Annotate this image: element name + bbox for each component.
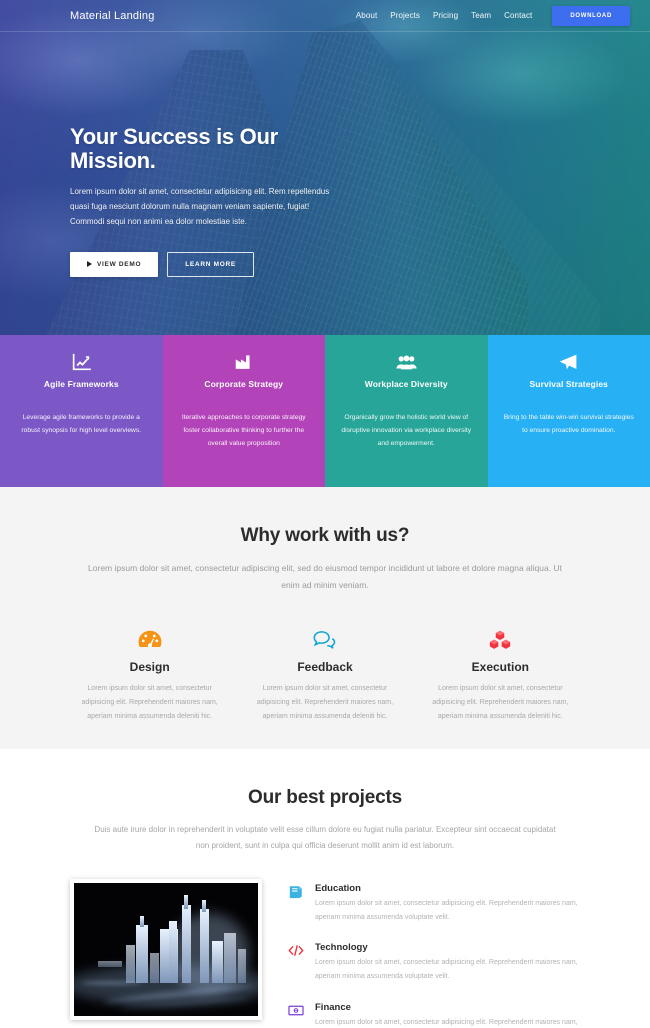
nav-link-team[interactable]: Team: [471, 11, 491, 20]
feature-title: Survival Strategies: [529, 379, 608, 389]
cubes-icon: [425, 627, 576, 653]
project-item-desc: Lorem ipsum dolor sit amet, consectetur …: [315, 1018, 578, 1026]
project-item-desc: Lorem ipsum dolor sit amet, consectetur …: [315, 959, 578, 981]
why-column-design: Design Lorem ipsum dolor sit amet, conse…: [62, 627, 237, 724]
book-icon: [288, 883, 306, 924]
hero-title: Your Success is Our Mission.: [70, 124, 278, 174]
feature-title: Workplace Diversity: [364, 379, 448, 389]
nav-link-pricing[interactable]: Pricing: [433, 11, 458, 20]
hero-buttons: VIEW DEMO LEARN MORE: [70, 251, 360, 277]
dashboard-gauge-icon: [74, 627, 225, 653]
feature-title: Agile Frameworks: [43, 379, 119, 389]
project-item-education[interactable]: Education Lorem ipsum dolor sit amet, co…: [288, 883, 580, 924]
top-navigation-bar: Material Landing About Projects Pricing …: [0, 0, 650, 32]
brand-logo[interactable]: Material Landing: [70, 10, 155, 22]
view-demo-button[interactable]: VIEW DEMO: [70, 251, 159, 277]
feature-title: Corporate Strategy: [204, 379, 284, 389]
chat-bubbles-icon: [249, 627, 400, 653]
feature-desc: Bring to the table win-win survival stra…: [503, 414, 634, 435]
learn-more-button[interactable]: LEARN MORE: [167, 251, 254, 277]
project-item-technology[interactable]: Technology Lorem ipsum dolor sit amet, c…: [288, 942, 580, 983]
line-chart-icon: [71, 351, 92, 373]
why-column-desc: Lorem ipsum dolor sit amet, consectetur …: [432, 685, 569, 721]
why-work-with-us-section: Why work with us? Lorem ipsum dolor sit …: [0, 487, 650, 749]
download-button[interactable]: DOWNLOAD: [552, 5, 630, 26]
why-column-desc: Lorem ipsum dolor sit amet, consectetur …: [81, 685, 218, 721]
why-column-execution: Execution Lorem ipsum dolor sit amet, co…: [413, 627, 588, 724]
why-column-title: Execution: [471, 660, 529, 675]
why-column-title: Design: [129, 660, 170, 675]
feature-card-workplace-diversity[interactable]: Workplace Diversity Organically grow the…: [325, 335, 488, 487]
why-column-title: Feedback: [297, 660, 353, 675]
projects-body: Education Lorem ipsum dolor sit amet, co…: [0, 853, 650, 1028]
project-item-title: Education: [315, 883, 361, 895]
feature-card-agile-frameworks[interactable]: Agile Frameworks Leverage agile framewor…: [0, 335, 163, 487]
feature-strip: Agile Frameworks Leverage agile framewor…: [0, 335, 650, 487]
projects-list: Education Lorem ipsum dolor sit amet, co…: [288, 879, 580, 1028]
why-section-title: Why work with us?: [240, 525, 410, 546]
feature-card-survival-strategies[interactable]: Survival Strategies Bring to the table w…: [487, 335, 650, 487]
projects-title: Our best projects: [248, 787, 402, 808]
hero-subtitle: Lorem ipsum dolor sit amet, consectetur …: [70, 187, 330, 226]
code-icon: [288, 942, 306, 983]
feature-desc: Leverage agile frameworks to provide a r…: [21, 414, 142, 435]
project-thumbnail-image[interactable]: [70, 879, 262, 1021]
why-column-feedback: Feedback Lorem ipsum dolor sit amet, con…: [237, 627, 412, 724]
project-item-title: Technology: [315, 942, 368, 954]
group-users-icon: [396, 351, 417, 373]
why-section-subtitle: Lorem ipsum dolor sit amet, consectetur …: [88, 563, 562, 590]
projects-subtitle: Duis aute irure dolor in reprehenderit i…: [94, 825, 556, 850]
feature-card-corporate-strategy[interactable]: Corporate Strategy Iterative approaches …: [162, 335, 325, 487]
feature-desc: Iterative approaches to corporate strate…: [181, 414, 306, 448]
nav-links-group: About Projects Pricing Team Contact DOWN…: [356, 5, 630, 26]
play-icon: [87, 261, 92, 268]
project-item-desc: Lorem ipsum dolor sit amet, consectetur …: [315, 900, 578, 921]
megaphone-icon: [558, 351, 579, 373]
factory-icon: [234, 351, 253, 373]
hero-content: Your Success is Our Mission. Lorem ipsum…: [70, 124, 360, 277]
view-demo-label: VIEW DEMO: [97, 260, 142, 268]
why-columns: Design Lorem ipsum dolor sit amet, conse…: [0, 627, 650, 724]
projects-section: Our best projects Duis aute irure dolor …: [0, 749, 650, 1028]
why-column-desc: Lorem ipsum dolor sit amet, consectetur …: [256, 685, 394, 721]
night-city-photo: [74, 883, 258, 1017]
project-item-finance[interactable]: Finance Lorem ipsum dolor sit amet, cons…: [288, 1002, 580, 1028]
hero-section: Material Landing About Projects Pricing …: [0, 0, 650, 335]
project-item-title: Finance: [315, 1001, 351, 1013]
feature-desc: Organically grow the holistic world view…: [341, 414, 472, 448]
nav-link-projects[interactable]: Projects: [390, 11, 420, 20]
nav-link-contact[interactable]: Contact: [504, 11, 532, 20]
money-bill-icon: [288, 1002, 306, 1028]
nav-link-about[interactable]: About: [356, 11, 377, 20]
